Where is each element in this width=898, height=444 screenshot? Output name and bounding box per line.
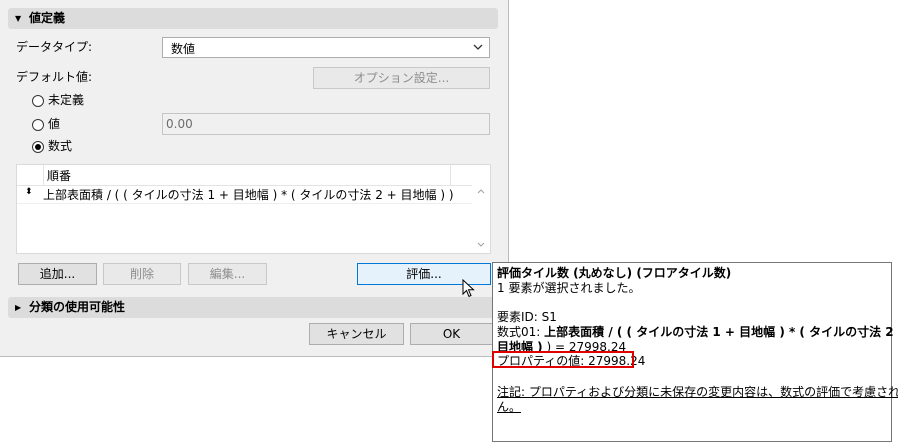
option-settings-button[interactable]: オプション設定... <box>313 67 490 89</box>
mouse-cursor-icon <box>462 279 475 298</box>
radio-formula[interactable] <box>32 141 44 153</box>
tooltip-selection-count: 1 要素が選択されました。 <box>497 281 641 295</box>
data-type-select[interactable]: 数値 <box>162 37 490 58</box>
default-value-label: デフォルト値: <box>16 70 93 84</box>
section-title: 分類の使用可能性 <box>29 300 126 314</box>
data-type-label: データタイプ: <box>16 40 93 54</box>
ok-button[interactable]: OK <box>410 323 493 345</box>
scroll-down-icon[interactable] <box>476 241 486 249</box>
radio-selected-dot <box>35 144 41 150</box>
formula-prefix: 数式01: <box>497 325 545 339</box>
formula-expression: 上部表面積 / ( ( タイルの寸法 1 + 目地幅 ) * ( タイルの寸法 … <box>544 325 898 339</box>
highlight-box <box>492 351 634 368</box>
radio-formula-label: 数式 <box>48 139 73 153</box>
formula-text: 上部表面積 / ( ( タイルの寸法 1 + 目地幅 ) * ( タイルの寸法 … <box>43 188 454 202</box>
edit-button[interactable]: 編集... <box>188 263 267 285</box>
tooltip-element-id: 要素ID: S1 <box>497 310 557 324</box>
order-column-header[interactable]: 順番 <box>43 165 451 185</box>
list-item[interactable]: ⬍ 上部表面積 / ( ( タイルの寸法 1 + 目地幅 ) * ( タイルの寸… <box>17 185 472 204</box>
scroll-up-icon[interactable] <box>476 187 486 195</box>
delete-button[interactable]: 削除 <box>103 263 181 285</box>
list-scrollbar[interactable] <box>472 165 490 253</box>
tooltip-title: 評価タイル数 (丸めなし) (フロアタイル数) <box>497 266 732 280</box>
drag-handle-icon[interactable]: ⬍ <box>25 187 33 197</box>
radio-value[interactable] <box>32 119 44 131</box>
section-value-definition[interactable]: ▼ 値定義 <box>8 8 498 29</box>
radio-undefined[interactable] <box>32 95 44 107</box>
collapse-triangle-icon: ▼ <box>15 14 22 23</box>
data-type-value: 数値 <box>171 42 196 56</box>
tooltip-note-line2: ん。 <box>497 400 522 414</box>
chevron-down-icon <box>473 44 483 50</box>
formula-list[interactable]: 順番 ⬍ 上部表面積 / ( ( タイルの寸法 1 + 目地幅 ) * ( タイ… <box>16 164 491 254</box>
list-header: 順番 <box>17 165 472 186</box>
property-dialog: ▼ 値定義 データタイプ: 数値 デフォルト値: オプション設定... 未定義 … <box>0 0 509 357</box>
tooltip-note-line1: 注記: プロパティおよび分類に未保存の変更内容は、数式の評価で考慮されませ <box>497 385 898 399</box>
tooltip-formula-line1: 数式01: 上部表面積 / ( ( タイルの寸法 1 + 目地幅 ) * ( タ… <box>497 325 898 339</box>
section-classification-availability[interactable]: ▶ 分類の使用可能性 <box>8 297 498 318</box>
radio-value-label: 値 <box>48 117 61 131</box>
evaluation-tooltip: 評価タイル数 (丸めなし) (フロアタイル数) 1 要素が選択されました。 要素… <box>492 262 898 442</box>
radio-undefined-label: 未定義 <box>48 93 85 107</box>
add-button[interactable]: 追加... <box>18 263 97 285</box>
section-title: 値定義 <box>29 11 66 25</box>
order-header-label: 順番 <box>47 169 72 183</box>
cancel-button[interactable]: キャンセル <box>309 323 404 345</box>
default-value-input[interactable]: 0.00 <box>162 113 490 135</box>
expand-triangle-icon: ▶ <box>15 303 22 312</box>
